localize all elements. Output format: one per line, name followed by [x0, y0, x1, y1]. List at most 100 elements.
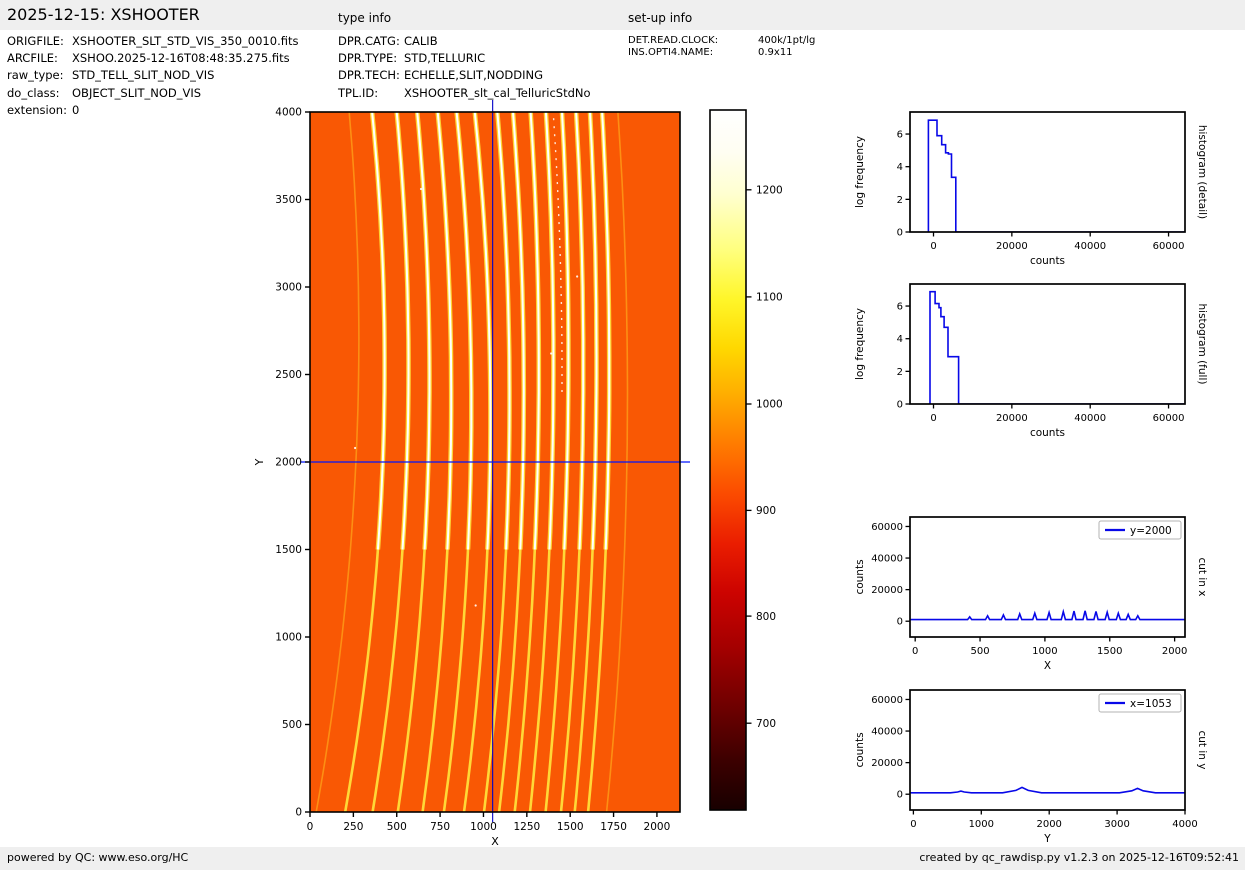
main-detector-image-figure: 0250500750100012501500175020000500100015…	[250, 95, 810, 857]
svg-text:0: 0	[930, 413, 936, 424]
svg-text:Y: Y	[253, 458, 266, 466]
svg-text:2: 2	[897, 195, 903, 206]
svg-text:60000: 60000	[871, 695, 903, 706]
svg-text:3000: 3000	[275, 282, 302, 294]
svg-text:log frequency: log frequency	[854, 136, 866, 208]
histogram-full-plot: 02000040000600000246countslog frequencyh…	[850, 267, 1245, 441]
hist_detail-series-line	[928, 120, 1184, 232]
svg-text:60000: 60000	[1153, 413, 1185, 424]
svg-text:2500: 2500	[275, 369, 302, 381]
svg-text:0: 0	[897, 617, 903, 628]
svg-text:y=2000: y=2000	[1130, 525, 1172, 537]
svg-text:2000: 2000	[1162, 646, 1187, 657]
cut_x-axes: 05001000150020000200004000060000Xcountsc…	[854, 522, 1208, 672]
cut_x-series-line	[910, 611, 1185, 620]
svg-text:x=1053: x=1053	[1130, 698, 1172, 710]
meta-label: do_class:	[7, 85, 72, 102]
svg-text:0: 0	[897, 400, 903, 411]
svg-text:1750: 1750	[600, 821, 627, 833]
svg-text:750: 750	[430, 821, 450, 833]
svg-text:2: 2	[897, 367, 903, 378]
svg-text:1000: 1000	[969, 819, 994, 830]
meta-value: STD,TELLURIC	[404, 51, 485, 65]
meta-row: ARCFILE:XSHOO.2025-12-16T08:48:35.275.fi…	[7, 50, 298, 67]
svg-text:3500: 3500	[275, 194, 302, 206]
qc-report-page: 2025-12-15: XSHOOTER type info set-up in…	[0, 0, 1245, 870]
svg-text:counts: counts	[1030, 255, 1065, 267]
svg-text:20000: 20000	[996, 241, 1028, 252]
svg-text:40000: 40000	[871, 554, 903, 565]
svg-text:4000: 4000	[1172, 819, 1197, 830]
meta-row: DET.READ.CLOCK:400k/1pt/lg	[628, 35, 815, 47]
svg-text:2000: 2000	[644, 821, 671, 833]
meta-value: XSHOO.2025-12-16T08:48:35.275.fits	[72, 51, 290, 65]
meta-value: XSHOOTER_SLT_STD_VIS_350_0010.fits	[72, 34, 298, 48]
meta-value: OBJECT_SLIT_NOD_VIS	[72, 86, 201, 100]
svg-text:counts: counts	[854, 559, 866, 594]
svg-text:0: 0	[912, 646, 918, 657]
meta-label: INS.OPTI4.NAME:	[628, 47, 758, 59]
svg-text:900: 900	[756, 505, 776, 517]
svg-text:counts: counts	[854, 732, 866, 767]
svg-text:1500: 1500	[557, 821, 584, 833]
svg-text:0: 0	[897, 790, 903, 801]
meta-label: DPR.TYPE:	[338, 50, 404, 67]
meta-row: INS.OPTI4.NAME:0.9x11	[628, 47, 815, 59]
svg-text:histogram (full): histogram (full)	[1196, 304, 1208, 385]
svg-text:1000: 1000	[275, 632, 302, 644]
svg-text:60000: 60000	[871, 522, 903, 533]
meta-row: DPR.TYPE:STD,TELLURIC	[338, 50, 591, 67]
svg-text:3000: 3000	[1104, 819, 1129, 830]
setup-info-column: DET.READ.CLOCK:400k/1pt/lg INS.OPTI4.NAM…	[628, 35, 815, 59]
svg-text:4: 4	[897, 334, 903, 345]
meta-value: ECHELLE,SLIT,NODDING	[404, 68, 543, 82]
meta-label: DPR.TECH:	[338, 67, 404, 84]
svg-text:20000: 20000	[871, 585, 903, 596]
svg-text:histogram (detail): histogram (detail)	[1196, 125, 1208, 219]
svg-text:4000: 4000	[275, 107, 302, 119]
svg-text:cut in x: cut in x	[1196, 557, 1208, 596]
page-title: 2025-12-15: XSHOOTER	[7, 5, 200, 24]
hist_full-axes: 02000040000600000246countslog frequencyh…	[854, 302, 1208, 439]
svg-text:6: 6	[897, 130, 903, 141]
svg-text:0: 0	[930, 241, 936, 252]
svg-text:4: 4	[897, 162, 903, 173]
meta-row: raw_type:STD_TELL_SLIT_NOD_VIS	[7, 67, 298, 84]
meta-label: raw_type:	[7, 67, 72, 84]
svg-text:500: 500	[387, 821, 407, 833]
svg-text:1250: 1250	[513, 821, 540, 833]
meta-value: 0.9x11	[758, 47, 793, 58]
svg-text:log frequency: log frequency	[854, 308, 866, 380]
cut-in-x-plot: 05001000150020000200004000060000Xcountsc…	[850, 500, 1245, 674]
cut_y-axes: 010002000300040000200004000060000Ycounts…	[854, 695, 1208, 845]
svg-text:cut in y: cut in y	[1196, 730, 1208, 769]
svg-text:700: 700	[756, 718, 776, 730]
svg-text:1000: 1000	[1032, 646, 1057, 657]
svg-text:0: 0	[910, 819, 916, 830]
svg-text:40000: 40000	[871, 727, 903, 738]
footer-powered-by: powered by QC: www.eso.org/HC	[7, 851, 188, 864]
meta-label: ORIGFILE:	[7, 33, 72, 50]
meta-label: ARCFILE:	[7, 50, 72, 67]
svg-text:1100: 1100	[756, 292, 783, 304]
cut-in-y-plot: 010002000300040000200004000060000Ycounts…	[850, 673, 1245, 847]
cut_y-series-line	[910, 787, 1185, 792]
meta-row: ORIGFILE:XSHOOTER_SLT_STD_VIS_350_0010.f…	[7, 33, 298, 50]
svg-text:500: 500	[282, 719, 302, 731]
svg-text:1000: 1000	[756, 399, 783, 411]
meta-label: DPR.CATG:	[338, 33, 404, 50]
svg-text:counts: counts	[1030, 427, 1065, 439]
svg-text:20000: 20000	[871, 758, 903, 769]
svg-text:500: 500	[971, 646, 990, 657]
meta-label: extension:	[7, 102, 72, 119]
svg-text:60000: 60000	[1153, 241, 1185, 252]
colorbar: 120011001000900800700	[710, 110, 783, 810]
svg-text:0: 0	[295, 807, 302, 819]
svg-text:40000: 40000	[1074, 413, 1106, 424]
meta-label: DET.READ.CLOCK:	[628, 35, 758, 47]
svg-text:1500: 1500	[275, 544, 302, 556]
svg-text:1500: 1500	[1097, 646, 1122, 657]
hist_detail-axes: 02000040000600000246countslog frequencyh…	[854, 125, 1208, 267]
meta-value: STD_TELL_SLIT_NOD_VIS	[72, 68, 214, 82]
cut_y-legend: x=1053	[1099, 694, 1181, 712]
